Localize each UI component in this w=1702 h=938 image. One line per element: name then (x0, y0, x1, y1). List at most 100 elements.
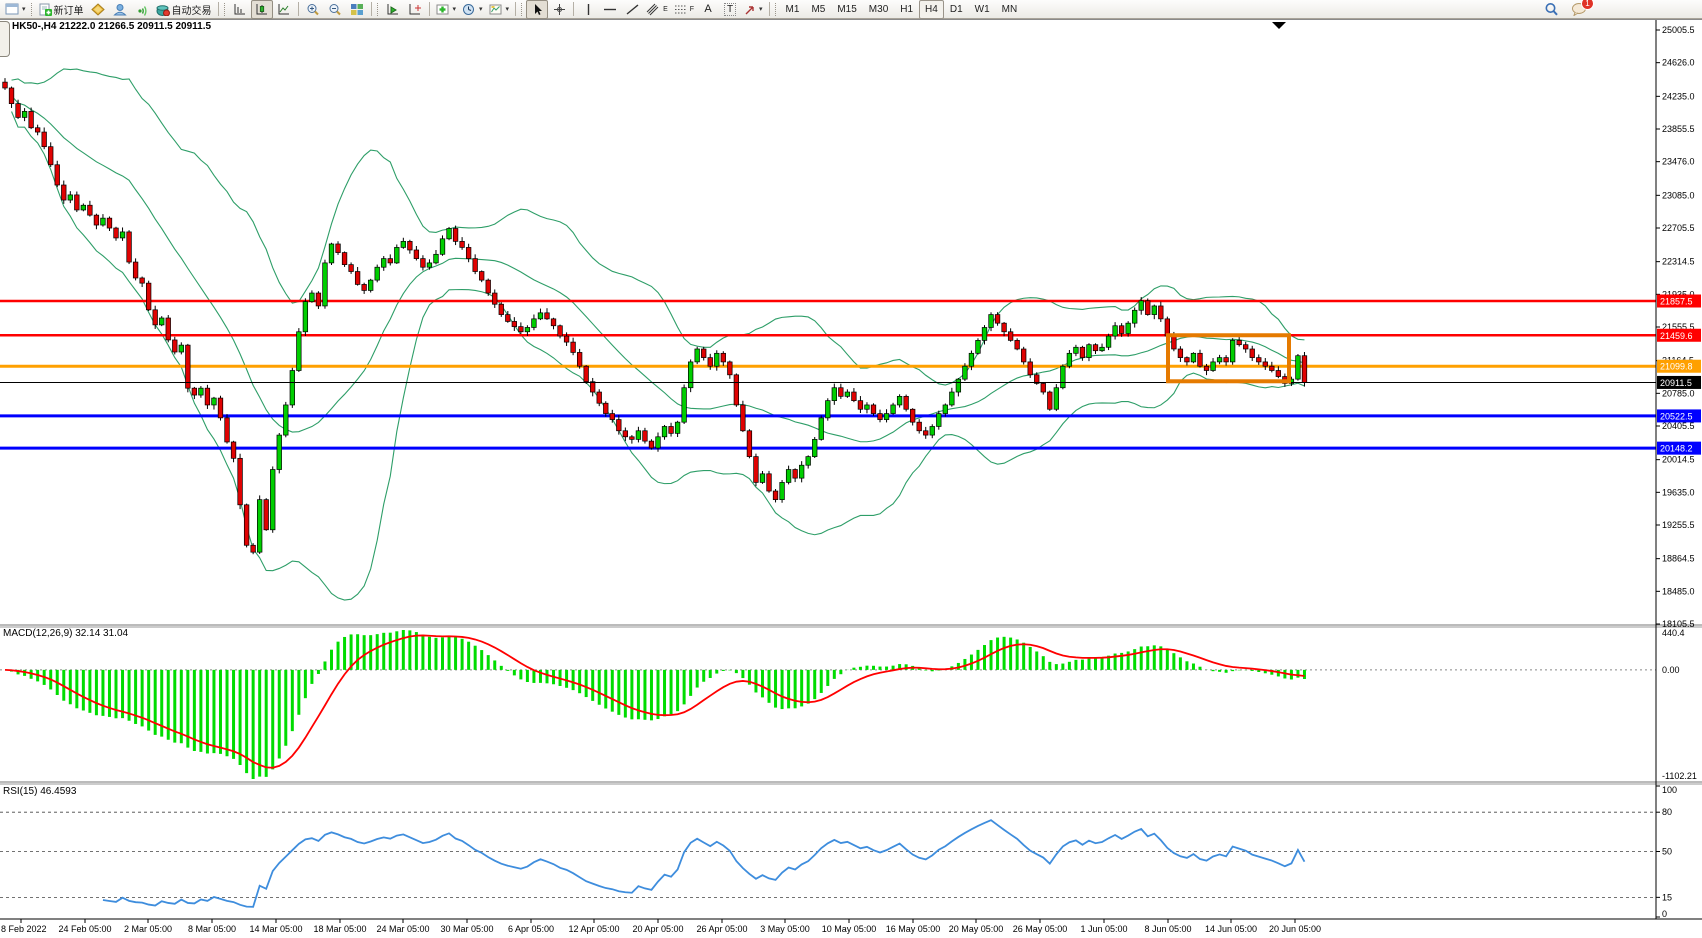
community-button[interactable] (109, 0, 131, 19)
text-tool[interactable]: A (697, 0, 719, 19)
chart-frame (0, 20, 1702, 938)
timeframe-m1[interactable]: M1 (780, 0, 806, 19)
bar-chart-icon (233, 3, 247, 16)
search-button[interactable] (1540, 0, 1562, 19)
new-chart-button[interactable]: ▾ (2, 0, 29, 19)
svg-text:14 Mar 05:00: 14 Mar 05:00 (249, 924, 302, 934)
signals-button[interactable] (131, 0, 153, 19)
svg-text:20785.0: 20785.0 (1662, 388, 1695, 398)
svg-text:80: 80 (1662, 807, 1672, 817)
svg-text:2 Mar 05:00: 2 Mar 05:00 (124, 924, 172, 934)
svg-text:21857.5: 21857.5 (1660, 297, 1693, 307)
svg-text:19255.5: 19255.5 (1662, 520, 1695, 530)
auto-scroll-button[interactable] (382, 0, 404, 19)
line-chart-button[interactable] (273, 0, 295, 19)
svg-text:30 Mar 05:00: 30 Mar 05:00 (440, 924, 493, 934)
svg-text:22705.5: 22705.5 (1662, 223, 1695, 233)
svg-text:24 Mar 05:00: 24 Mar 05:00 (376, 924, 429, 934)
svg-text:6 Apr 05:00: 6 Apr 05:00 (508, 924, 554, 934)
svg-text:21099.8: 21099.8 (1660, 362, 1693, 372)
signals-icon (135, 3, 149, 16)
chart-shift-button[interactable] (404, 0, 426, 19)
cursor-tool-button[interactable] (526, 0, 548, 19)
toolbar: ▾ 新订单 自动交易 (0, 0, 1702, 19)
timeframe-h4[interactable]: H4 (919, 0, 944, 19)
svg-text:23476.0: 23476.0 (1662, 157, 1695, 167)
arrows-tool[interactable]: ▾ (741, 0, 766, 19)
templates-button[interactable]: ▾ (486, 0, 513, 19)
svg-text:23855.5: 23855.5 (1662, 124, 1695, 134)
fibonacci-icon (674, 3, 688, 16)
svg-text:0.00: 0.00 (1662, 665, 1680, 675)
timeframe-m15[interactable]: M15 (831, 0, 862, 19)
svg-text:18485.0: 18485.0 (1662, 586, 1695, 596)
periods-button[interactable]: ▾ (459, 0, 486, 19)
svg-text:20522.5: 20522.5 (1660, 411, 1693, 421)
tile-windows-icon (350, 3, 364, 16)
notifications-button[interactable]: 1 (1568, 0, 1590, 19)
svg-text:20911.5: 20911.5 (1660, 378, 1692, 388)
svg-text:25005.5: 25005.5 (1662, 25, 1695, 35)
svg-text:100: 100 (1662, 785, 1677, 795)
one-click-trading-tab[interactable] (0, 21, 10, 57)
svg-text:20148.2: 20148.2 (1660, 444, 1693, 454)
search-icon (1544, 2, 1559, 17)
chart-shift-icon (408, 3, 422, 16)
zoom-out-button[interactable] (324, 0, 346, 19)
timeframe-w1[interactable]: W1 (969, 0, 996, 19)
trendline-icon (626, 3, 639, 16)
svg-text:21459.6: 21459.6 (1660, 331, 1693, 341)
label-tool-glyph: T (724, 3, 736, 16)
tile-windows-button[interactable] (346, 0, 368, 19)
timeframe-d1[interactable]: D1 (944, 0, 969, 19)
svg-text:10 May 05:00: 10 May 05:00 (822, 924, 877, 934)
crosshair-tool-button[interactable] (548, 0, 570, 19)
community-icon (113, 3, 127, 16)
candlestick-chart-button[interactable] (251, 0, 273, 19)
autotrading-icon (156, 3, 170, 16)
zoom-in-icon (306, 3, 320, 16)
svg-text:26 Apr 05:00: 26 Apr 05:00 (696, 924, 747, 934)
timeframe-m30[interactable]: M30 (863, 0, 894, 19)
zoom-in-button[interactable] (302, 0, 324, 19)
notification-badge: 1 (1581, 0, 1594, 10)
timeframe-m5[interactable]: M5 (805, 0, 831, 19)
svg-text:1 Jun 05:00: 1 Jun 05:00 (1080, 924, 1127, 934)
svg-text:20405.5: 20405.5 (1662, 421, 1695, 431)
auto-scroll-icon (386, 3, 400, 16)
svg-text:50: 50 (1662, 847, 1672, 857)
text-tool-glyph: A (704, 3, 711, 15)
candlestick-chart-icon (255, 3, 269, 16)
channel-icon (646, 3, 661, 16)
template-icon (489, 3, 503, 16)
indicators-button[interactable]: ▾ (433, 0, 460, 19)
autotrading-button[interactable]: 自动交易 (153, 0, 215, 19)
text-label-tool[interactable]: T (719, 0, 741, 19)
equidistant-channel-tool[interactable]: E (643, 0, 671, 19)
timeframe-mn[interactable]: MN (996, 0, 1024, 19)
horizontal-line-icon (603, 3, 617, 16)
svg-text:8 Feb 2022: 8 Feb 2022 (1, 924, 47, 934)
bar-chart-button[interactable] (229, 0, 251, 19)
svg-text:20 Jun 05:00: 20 Jun 05:00 (1269, 924, 1321, 934)
channel-glyph: E (663, 6, 668, 13)
mt4-terminal: ▾ 新订单 自动交易 (0, 0, 1702, 938)
mql5-button[interactable] (87, 0, 109, 19)
window-icon (5, 3, 19, 15)
arrow-tool-icon (744, 3, 756, 16)
mql5-diamond-icon (91, 3, 105, 16)
cursor-icon (532, 3, 543, 16)
vertical-line-icon (584, 3, 593, 16)
svg-text:18 Mar 05:00: 18 Mar 05:00 (313, 924, 366, 934)
fibonacci-tool[interactable]: F (671, 0, 697, 19)
chart-canvas[interactable]: 25005.524626.024235.023855.523476.023085… (0, 0, 1702, 938)
new-order-button[interactable]: 新订单 (36, 0, 87, 19)
horizontal-line-tool[interactable] (599, 0, 621, 19)
svg-text:20 May 05:00: 20 May 05:00 (949, 924, 1004, 934)
timeframe-h1[interactable]: H1 (894, 0, 919, 19)
trendline-tool[interactable] (621, 0, 643, 19)
svg-text:14 Jun 05:00: 14 Jun 05:00 (1205, 924, 1257, 934)
svg-text:440.4: 440.4 (1662, 628, 1685, 638)
svg-text:20014.5: 20014.5 (1662, 455, 1695, 465)
vertical-line-tool[interactable] (577, 0, 599, 19)
